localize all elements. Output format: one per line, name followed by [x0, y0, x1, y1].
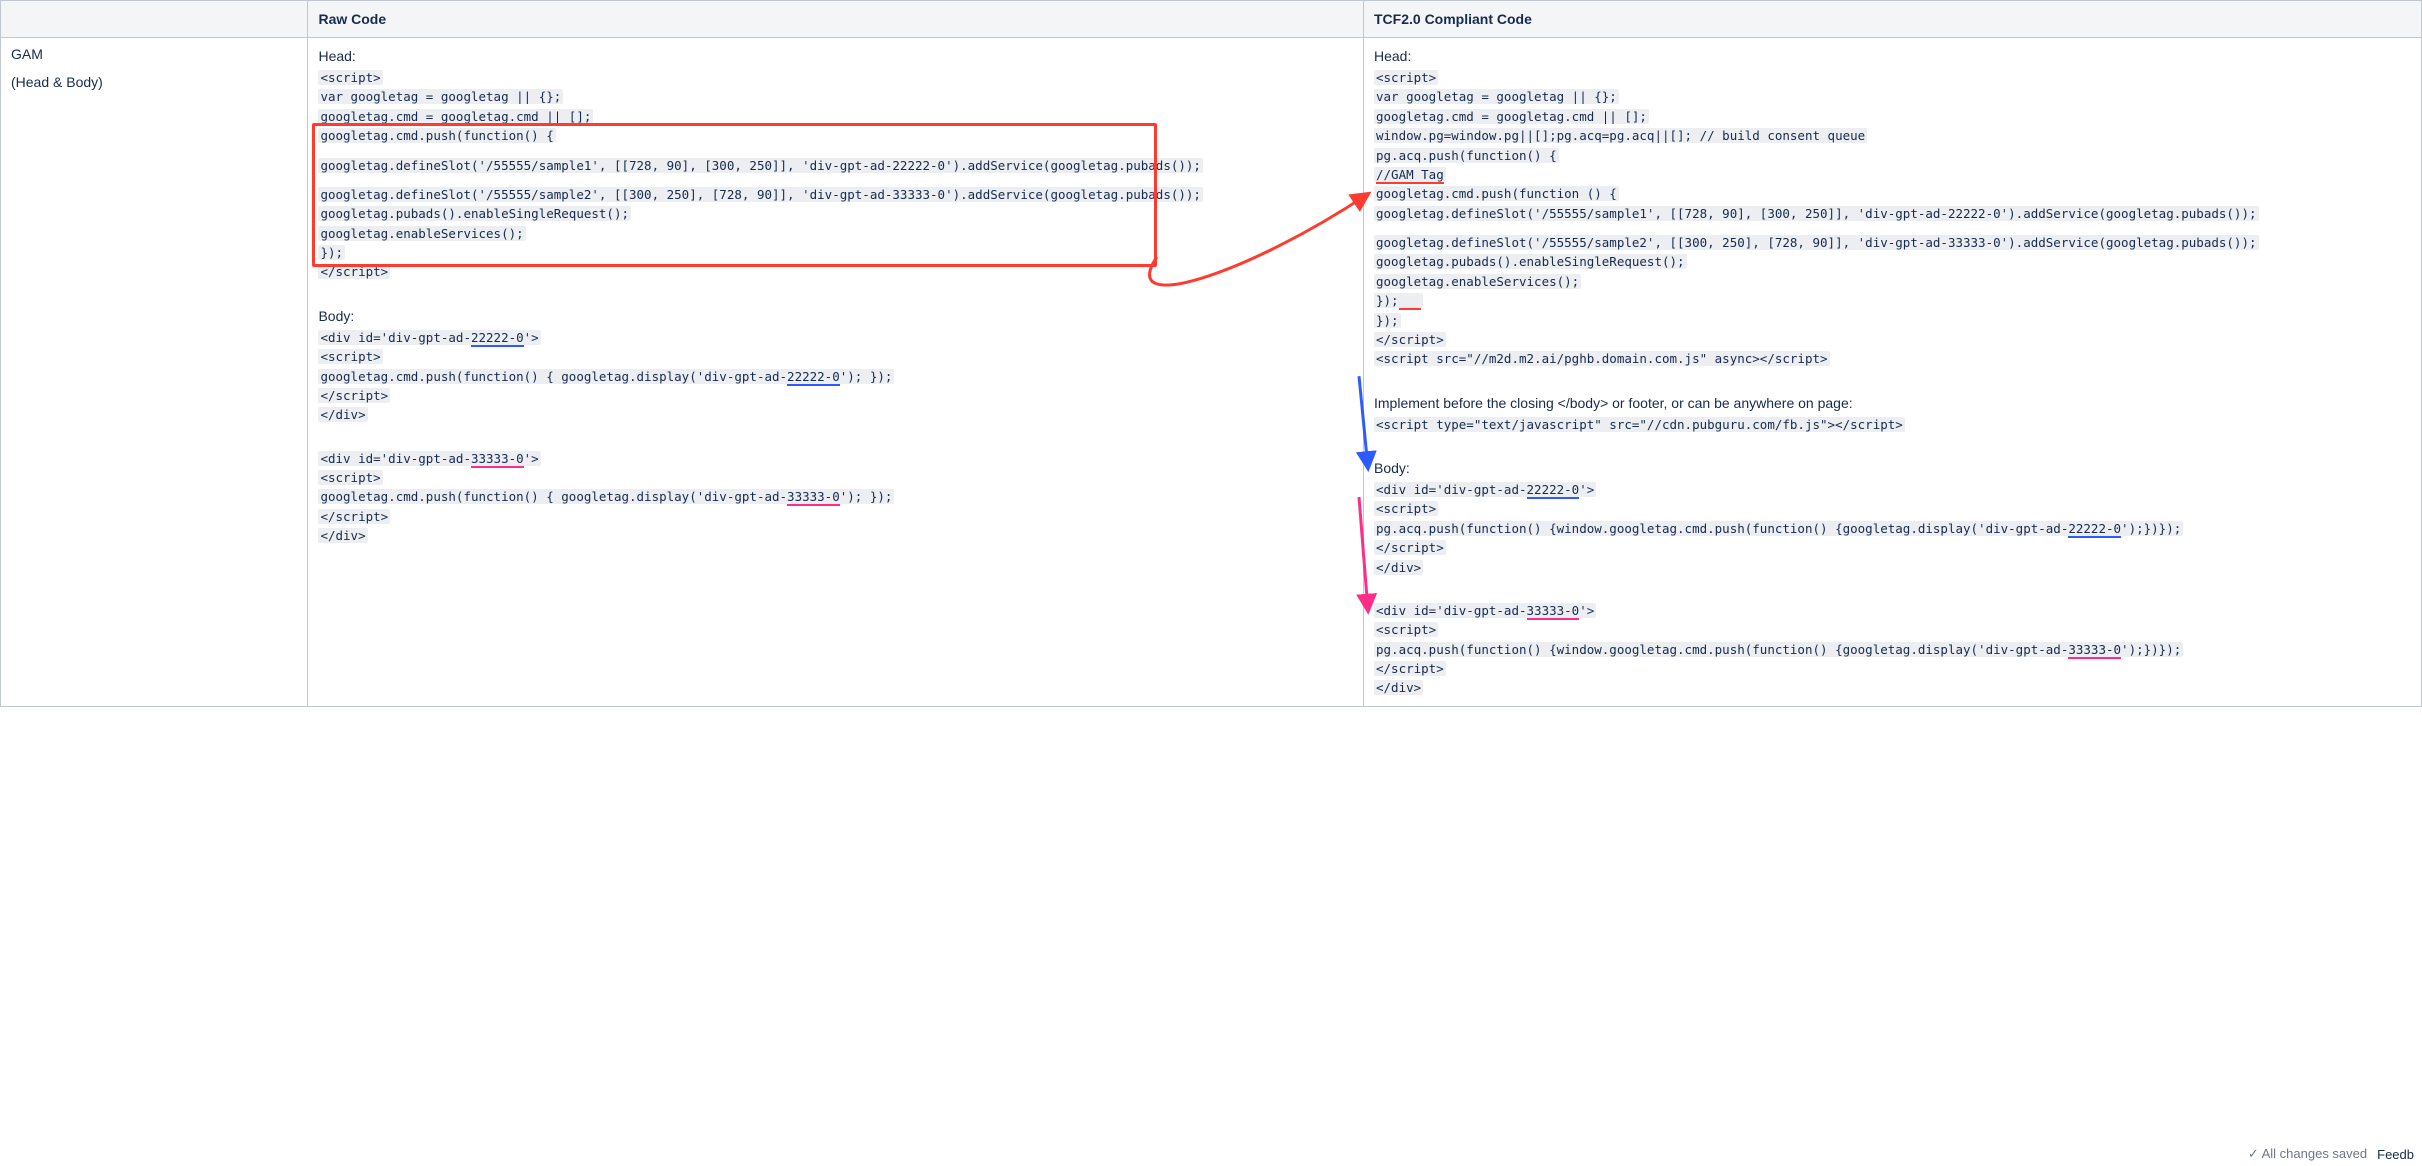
code-line: </script>	[1374, 332, 1446, 347]
code-line: googletag.cmd.push(function() { googleta…	[318, 369, 894, 384]
code-line: pg.acq.push(function() {	[1374, 148, 1559, 163]
code-line: </script>	[318, 264, 390, 279]
code-line: googletag.defineSlot('/55555/sample1', […	[1374, 206, 2259, 221]
code-line: });	[1374, 313, 1401, 328]
code-line: </script>	[318, 388, 390, 403]
code-line: <script>	[318, 349, 382, 364]
highlight-red: //GAM Tag	[1376, 167, 1444, 184]
code-line: </script>	[1374, 661, 1446, 676]
code-line: googletag.defineSlot('/55555/sample2', […	[1374, 235, 2259, 250]
saved-indicator: All changes saved	[2248, 1146, 2367, 1162]
code-line: });	[318, 245, 345, 260]
code-line: googletag.pubads().enableSingleRequest()…	[1374, 254, 1687, 269]
code-line: googletag.cmd.push(function() {	[318, 128, 555, 143]
code-line: });	[1374, 293, 1423, 308]
highlight-blue: 22222-0	[2068, 521, 2121, 538]
code-line: <script type="text/javascript" src="//cd…	[1374, 417, 1905, 432]
code-line: pg.acq.push(function() {window.googletag…	[1374, 642, 2183, 657]
code-line: googletag.defineSlot('/55555/sample1', […	[318, 158, 1203, 173]
code-line: var googletag = googletag || {};	[1374, 89, 1619, 104]
code-line: </div>	[1374, 680, 1423, 695]
code-line: <script>	[318, 70, 382, 85]
code-line: </script>	[1374, 540, 1446, 555]
highlight-pink: 33333-0	[787, 489, 840, 506]
code-line: </div>	[1374, 560, 1423, 575]
highlight-blue: 22222-0	[787, 369, 840, 386]
code-line: googletag.enableServices();	[1374, 274, 1581, 289]
feedback-link[interactable]: Feedb	[2377, 1147, 2414, 1162]
footer-status: All changes saved Feedb	[2248, 1146, 2414, 1162]
highlight-pink: 33333-0	[2068, 642, 2121, 659]
header-tcf-code: TCF2.0 Compliant Code	[1364, 1, 2422, 38]
code-line: </div>	[318, 528, 367, 543]
code-line: googletag.defineSlot('/55555/sample2', […	[318, 187, 1203, 202]
raw-code-cell: Head: <script> var googletag = googletag…	[308, 38, 1364, 707]
code-line: <script src="//m2d.m2.ai/pghb.domain.com…	[1374, 351, 1830, 366]
body-label: Body:	[1374, 460, 2411, 476]
row-label-cell: GAM (Head & Body)	[1, 38, 308, 707]
highlight-blue: 22222-0	[471, 330, 524, 347]
head-label: Head:	[318, 48, 1353, 64]
body-label: Body:	[318, 308, 1353, 324]
highlight-pink: 33333-0	[1527, 603, 1580, 620]
highlight-blue: 22222-0	[1527, 482, 1580, 499]
table-header-row: Raw Code TCF2.0 Compliant Code	[1, 1, 2422, 38]
code-line: var googletag = googletag || {};	[318, 89, 563, 104]
code-line: window.pg=window.pg||[];pg.acq=pg.acq||[…	[1374, 128, 1867, 143]
code-line: <div id='div-gpt-ad-22222-0'>	[1374, 482, 1596, 497]
code-comparison-table: Raw Code TCF2.0 Compliant Code GAM (Head…	[0, 0, 2422, 707]
row-label-sub: (Head & Body)	[11, 74, 297, 90]
table-row-gam: GAM (Head & Body) Head: <script> var goo…	[1, 38, 2422, 707]
header-raw-code: Raw Code	[308, 1, 1364, 38]
code-line: //GAM Tag	[1374, 167, 1446, 182]
header-col-1	[1, 1, 308, 38]
code-line: <script>	[1374, 501, 1438, 516]
code-line: <div id='div-gpt-ad-33333-0'>	[1374, 603, 1596, 618]
code-line: googletag.cmd = googletag.cmd || [];	[1374, 109, 1649, 124]
code-line: </div>	[318, 407, 367, 422]
code-line: googletag.cmd.push(function () {	[1374, 186, 1619, 201]
row-label-title: GAM	[11, 46, 297, 62]
code-line: <div id='div-gpt-ad-22222-0'>	[318, 330, 540, 345]
code-line: googletag.cmd = googletag.cmd || [];	[318, 109, 593, 124]
highlight-pink: 33333-0	[471, 451, 524, 468]
highlight-red	[1399, 293, 1422, 310]
code-line: pg.acq.push(function() {window.googletag…	[1374, 521, 2183, 536]
implement-note: Implement before the closing </body> or …	[1374, 395, 2411, 411]
code-line: </script>	[318, 509, 390, 524]
code-line: googletag.cmd.push(function() { googleta…	[318, 489, 894, 504]
code-line: <script>	[1374, 622, 1438, 637]
code-line: googletag.enableServices();	[318, 226, 525, 241]
code-line: <script>	[318, 470, 382, 485]
code-line: googletag.pubads().enableSingleRequest()…	[318, 206, 631, 221]
code-line: <script>	[1374, 70, 1438, 85]
tcf-code-cell: Head: <script> var googletag = googletag…	[1364, 38, 2422, 707]
head-label: Head:	[1374, 48, 2411, 64]
code-line: <div id='div-gpt-ad-33333-0'>	[318, 451, 540, 466]
